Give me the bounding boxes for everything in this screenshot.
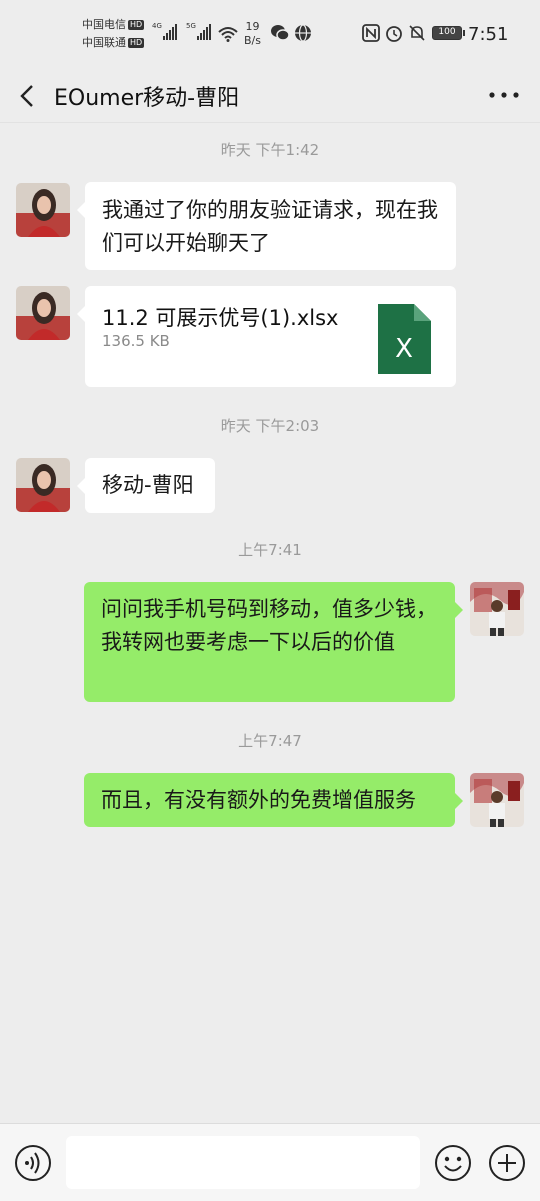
timestamp: 上午7:41 — [238, 541, 302, 559]
signal-icon — [163, 24, 177, 40]
battery-icon: 100 — [432, 26, 462, 40]
network-type-2: 5G — [186, 22, 196, 30]
message-text: 我通过了你的朋友验证请求，现在我们可以开始聊天了 — [102, 198, 438, 255]
input-bar — [0, 1123, 540, 1201]
file-name: 11.2 可展示优号(1).xlsx — [102, 306, 339, 330]
chat-header: EOumer移动-曹阳 — [0, 68, 540, 123]
network-type-1: 4G — [152, 22, 162, 30]
avatar[interactable] — [16, 286, 70, 340]
my-avatar[interactable] — [470, 773, 524, 827]
battery-tip — [463, 30, 465, 36]
network-speed: 19 B/s — [244, 20, 261, 47]
message-text: 而且，有没有额外的免费增值服务 — [101, 788, 416, 812]
contact-avatar-image — [16, 183, 70, 237]
svg-text:X: X — [395, 334, 413, 364]
message-bubble[interactable]: 我通过了你的朋友验证请求，现在我们可以开始聊天了 — [77, 182, 456, 270]
message-bubble[interactable]: 移动-曹阳 — [77, 458, 215, 513]
wechat-icon — [271, 25, 290, 41]
status-bar: 中国电信 HD 中国联通 HD 4G 5G 19 B/s 100 7:51 — [0, 0, 540, 68]
contact-avatar-image — [16, 286, 70, 340]
emoji-button[interactable] — [434, 1144, 472, 1186]
carrier-2: 中国联通 HD — [82, 36, 145, 49]
my-avatar[interactable] — [470, 582, 524, 636]
user-avatar-image — [470, 582, 524, 636]
message-input[interactable] — [66, 1136, 420, 1189]
status-time: 7:51 — [468, 24, 509, 45]
message-bubble[interactable]: 而且，有没有额外的免费增值服务 — [84, 773, 463, 827]
carrier-1: 中国电信 HD — [82, 18, 145, 31]
signal-icon — [197, 24, 211, 40]
more-functions-button[interactable] — [488, 1144, 526, 1186]
mute-bell-icon — [409, 25, 425, 41]
message-bubble[interactable]: 问问我手机号码到移动，值多少钱，我转网也要考虑一下以后的价值 — [84, 582, 463, 702]
excel-file-icon: X — [378, 304, 431, 374]
file-message[interactable]: 11.2 可展示优号(1).xlsx 136.5 KB X — [77, 286, 456, 387]
avatar[interactable] — [16, 183, 70, 237]
alarm-icon — [386, 26, 402, 42]
nfc-icon — [362, 24, 380, 42]
plus-icon — [489, 1145, 525, 1181]
timestamp: 上午7:47 — [238, 732, 302, 750]
globe-icon — [295, 24, 311, 42]
timestamp: 昨天 下午2:03 — [220, 417, 320, 435]
wifi-icon — [218, 27, 238, 42]
avatar[interactable] — [16, 458, 70, 512]
voice-icon — [15, 1145, 51, 1181]
voice-button[interactable] — [14, 1144, 52, 1186]
more-button[interactable] — [484, 80, 524, 110]
message-text: 移动-曹阳 — [102, 473, 194, 497]
file-size: 136.5 KB — [102, 332, 170, 350]
chat-title: EOumer移动-曹阳 — [54, 86, 240, 111]
user-avatar-image — [470, 773, 524, 827]
chevron-left-icon — [20, 85, 33, 107]
message-text: 问问我手机号码到移动，值多少钱，我转网也要考虑一下以后的价值 — [101, 597, 437, 654]
contact-avatar-image — [16, 458, 70, 512]
back-button[interactable] — [12, 76, 46, 114]
emoji-icon — [435, 1145, 471, 1181]
timestamp: 昨天 下午1:42 — [220, 141, 320, 159]
ellipsis-icon — [489, 92, 519, 98]
